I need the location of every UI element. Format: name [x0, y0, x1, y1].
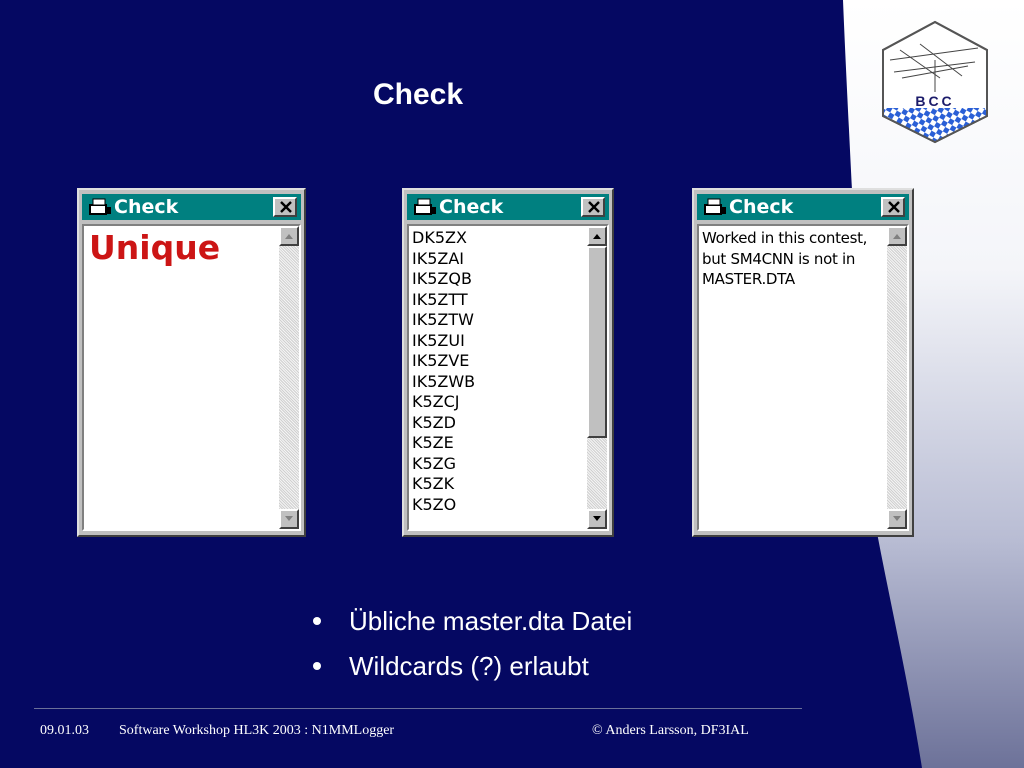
window-app-icon: [414, 198, 436, 215]
unique-status-text: Unique: [89, 228, 221, 267]
scroll-down-button[interactable]: [587, 509, 607, 529]
callsign-list: DK5ZX IK5ZAI IK5ZQB IK5ZTT IK5ZTW IK5ZUI…: [412, 228, 583, 515]
window-title: Check: [114, 196, 179, 218]
check-window-list: Check DK5ZX IK5ZAI IK5ZQB IK5ZTT IK5ZTW …: [402, 188, 614, 537]
scroll-up-button[interactable]: [587, 226, 607, 246]
close-icon: [280, 201, 292, 213]
list-item[interactable]: IK5ZTW: [412, 310, 583, 331]
list-item[interactable]: IK5ZUI: [412, 331, 583, 352]
list-item[interactable]: K5ZE: [412, 433, 583, 454]
list-item[interactable]: DK5ZX: [412, 228, 583, 249]
window-app-icon: [704, 198, 726, 215]
arrow-up-icon: [285, 234, 293, 239]
window-title: Check: [439, 196, 504, 218]
footer-author: © Anders Larsson, DF3IAL: [592, 723, 749, 738]
list-item[interactable]: K5ZO: [412, 495, 583, 516]
scroll-thumb[interactable]: [587, 246, 607, 438]
close-icon: [888, 201, 900, 213]
logo-text: BCC: [915, 93, 955, 109]
check-window-message: Check Worked in this contest, but SM4CNN…: [692, 188, 914, 537]
arrow-up-icon: [893, 234, 901, 239]
window-client-area: Worked in this contest, but SM4CNN is no…: [697, 224, 909, 531]
bullet-list: Übliche master.dta Datei Wildcards (?) e…: [313, 600, 632, 690]
window-titlebar[interactable]: Check: [82, 194, 301, 220]
close-button[interactable]: [581, 197, 605, 217]
list-item[interactable]: IK5ZTT: [412, 290, 583, 311]
window-titlebar[interactable]: Check: [407, 194, 609, 220]
scroll-up-button[interactable]: [279, 226, 299, 246]
list-item[interactable]: IK5ZQB: [412, 269, 583, 290]
bullet-text: Wildcards (?) erlaubt: [349, 651, 589, 681]
list-item[interactable]: K5ZG: [412, 454, 583, 475]
list-item[interactable]: IK5ZAI: [412, 249, 583, 270]
slide-title: Check: [372, 78, 464, 111]
close-button[interactable]: [273, 197, 297, 217]
bullet-icon: [313, 662, 321, 670]
arrow-up-icon: [593, 234, 601, 239]
list-item[interactable]: IK5ZVE: [412, 351, 583, 372]
footer-divider: [34, 708, 802, 709]
window-title: Check: [729, 196, 794, 218]
scroll-down-button[interactable]: [887, 509, 907, 529]
scroll-down-button[interactable]: [279, 509, 299, 529]
footer-date: 09.01.03: [40, 723, 89, 738]
footer-event: Software Workshop HL3K 2003 : N1MMLogger: [119, 723, 395, 738]
window-app-icon: [89, 198, 111, 215]
check-window-unique: Check Unique: [77, 188, 306, 537]
bullet-text: Übliche master.dta Datei: [349, 606, 633, 636]
list-item[interactable]: K5ZK: [412, 474, 583, 495]
close-icon: [588, 201, 600, 213]
vertical-scrollbar[interactable]: [587, 226, 607, 529]
check-message-text: Worked in this contest, but SM4CNN is no…: [702, 229, 868, 288]
list-item[interactable]: K5ZCJ: [412, 392, 583, 413]
vertical-scrollbar[interactable]: [279, 226, 299, 529]
arrow-down-icon: [893, 516, 901, 521]
vertical-scrollbar[interactable]: [887, 226, 907, 529]
scroll-up-button[interactable]: [887, 226, 907, 246]
bullet-item: Wildcards (?) erlaubt: [313, 645, 632, 690]
list-item[interactable]: IK5ZWB: [412, 372, 583, 393]
window-client-area: DK5ZX IK5ZAI IK5ZQB IK5ZTT IK5ZTW IK5ZUI…: [407, 224, 609, 531]
bullet-icon: [313, 617, 321, 625]
arrow-down-icon: [285, 516, 293, 521]
bcc-logo: BCC: [880, 20, 990, 144]
window-client-area: Unique: [82, 224, 301, 531]
close-button[interactable]: [881, 197, 905, 217]
window-titlebar[interactable]: Check: [697, 194, 909, 220]
arrow-down-icon: [593, 516, 601, 521]
bullet-item: Übliche master.dta Datei: [313, 600, 632, 645]
list-item[interactable]: K5ZD: [412, 413, 583, 434]
